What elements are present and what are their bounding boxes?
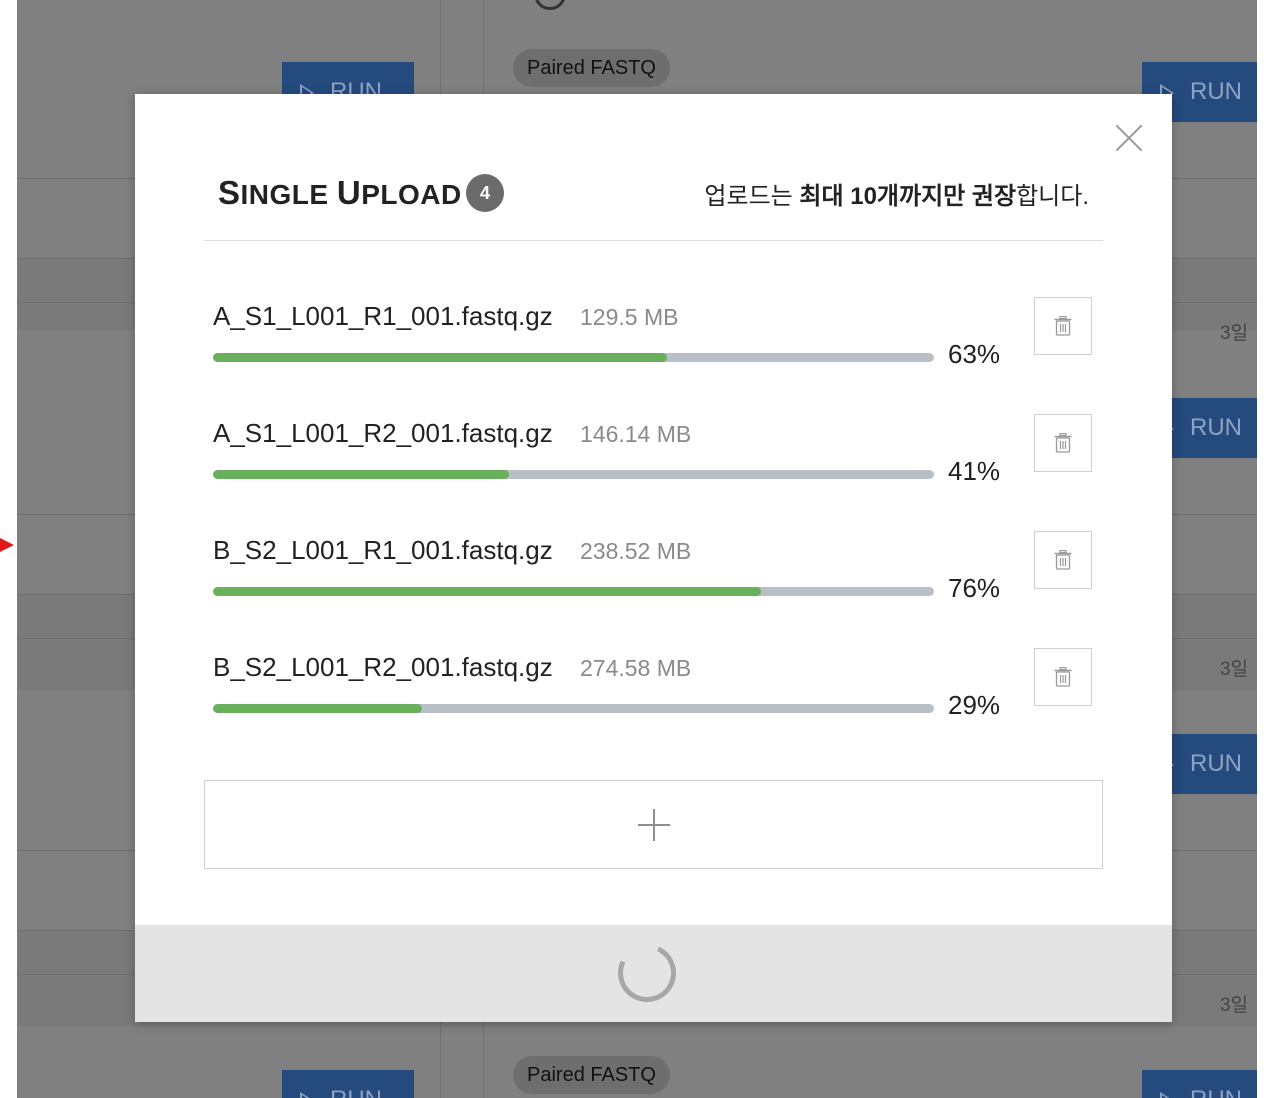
progress-fill	[213, 587, 761, 596]
upload-file-item: A_S1_L001_R1_001.fastq.gz 129.5 MB 63%	[213, 297, 1093, 401]
delete-file-button[interactable]	[1034, 648, 1092, 706]
progress-fill	[213, 470, 509, 479]
date-label: 3일	[1220, 323, 1249, 344]
trash-icon	[1054, 433, 1072, 453]
close-icon[interactable]	[1115, 124, 1143, 152]
modal-footer	[135, 925, 1172, 1022]
date-label: 3일	[1220, 995, 1249, 1016]
progress-percent: 76%	[948, 573, 1001, 603]
file-name: A_S1_L001_R2_001.fastq.gz	[213, 418, 553, 448]
trash-icon	[1054, 667, 1072, 687]
single-upload-modal: SINGLE UPLOAD 4 업로드는 최대 10개까지만 권장합니다. A_…	[135, 94, 1172, 1022]
file-name: A_S1_L001_R1_001.fastq.gz	[213, 301, 553, 331]
delete-file-button[interactable]	[1034, 414, 1092, 472]
file-size: 146.14 MB	[580, 421, 692, 447]
play-icon	[300, 1091, 314, 1098]
modal-header: SINGLE UPLOAD 4 업로드는 최대 10개까지만 권장합니다.	[204, 170, 1103, 241]
progress-fill	[213, 353, 668, 362]
file-size: 129.5 MB	[580, 304, 679, 330]
play-icon	[1160, 1091, 1174, 1098]
file-count-badge: 4	[466, 174, 504, 212]
status-circle-icon	[534, 0, 566, 10]
file-size: 274.58 MB	[580, 655, 692, 681]
file-size: 238.52 MB	[580, 538, 692, 564]
delete-file-button[interactable]	[1034, 297, 1092, 355]
modal-title: SINGLE UPLOAD	[218, 174, 462, 211]
file-name: B_S2_L001_R1_001.fastq.gz	[213, 535, 553, 565]
run-button[interactable]: RUN	[282, 1070, 414, 1098]
progress-bar	[213, 470, 934, 479]
upload-file-item: B_S2_L001_R1_001.fastq.gz 238.52 MB 76%	[213, 531, 1093, 635]
upload-limit-notice: 업로드는 최대 10개까지만 권장합니다.	[704, 183, 1089, 210]
progress-bar	[213, 704, 934, 713]
progress-percent: 63%	[948, 339, 1001, 369]
progress-percent: 29%	[948, 690, 1001, 720]
file-name: B_S2_L001_R2_001.fastq.gz	[213, 652, 553, 682]
run-button[interactable]: RUN	[1142, 1070, 1257, 1098]
progress-bar	[213, 353, 934, 362]
file-type-pill: Paired FASTQ	[513, 1056, 670, 1094]
progress-bar	[213, 587, 934, 596]
progress-percent: 41%	[948, 456, 1001, 486]
progress-fill	[213, 704, 423, 713]
pointer-arrow-icon	[0, 538, 14, 552]
upload-file-item: B_S2_L001_R2_001.fastq.gz 274.58 MB 29%	[213, 648, 1093, 752]
plus-icon	[638, 809, 670, 841]
delete-file-button[interactable]	[1034, 531, 1092, 589]
upload-file-item: A_S1_L001_R2_001.fastq.gz 146.14 MB 41%	[213, 414, 1093, 518]
date-label: 3일	[1220, 659, 1249, 680]
trash-icon	[1054, 550, 1072, 570]
file-type-pill: Paired FASTQ	[513, 49, 670, 87]
spinner-icon	[609, 935, 685, 1011]
add-file-button[interactable]	[204, 780, 1103, 869]
trash-icon	[1054, 316, 1072, 336]
